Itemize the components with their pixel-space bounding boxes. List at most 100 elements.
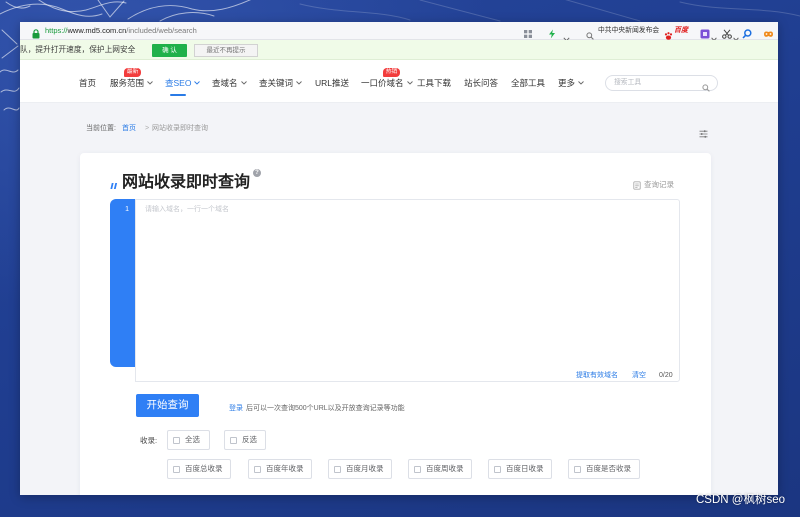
- checkbox-square: [173, 436, 180, 444]
- security-notice-bar: 队，提升打开速度，保护上网安全 确 认 最近不再提示: [20, 40, 778, 60]
- line-number: 1: [125, 206, 129, 213]
- checkbox-square: [230, 436, 237, 444]
- chevron-down-icon: [240, 81, 247, 85]
- checkbox-baidu-week[interactable]: 百度周收录: [408, 459, 472, 479]
- lightning-icon[interactable]: [547, 26, 557, 39]
- help-icon[interactable]: ?: [253, 169, 261, 177]
- scissors-icon[interactable]: [722, 26, 732, 39]
- checkbox-baidu-indexed[interactable]: 百度是否收录: [568, 459, 640, 479]
- index-query-card: 网站收录即时查询 ? 查询记录 1 请输入域名，一行一个域名 提取有效域名 清空…: [80, 153, 711, 495]
- checkbox-invert[interactable]: 反选: [224, 430, 266, 450]
- game-icon[interactable]: [763, 26, 773, 37]
- nav-item-qa[interactable]: 站长问答: [464, 77, 498, 89]
- nav-item-label: 服务范围: [110, 78, 145, 88]
- address-bar: https://www.md5.com.cn/included/web/sear…: [20, 22, 778, 42]
- settings-sliders-icon[interactable]: [699, 125, 708, 143]
- browser-search-box[interactable]: 中共中央新闻发布会 百度: [582, 24, 694, 40]
- history-label: 查询记录: [644, 180, 674, 189]
- checkbox-label: 百度周收录: [426, 464, 464, 473]
- checkbox-square: [574, 465, 581, 473]
- start-query-button[interactable]: 开始查询: [136, 394, 199, 417]
- query-history-link[interactable]: 查询记录: [633, 180, 674, 190]
- site-navigation: 首页 服务范围 最新 查SEO 查域名 查关键词 URL推送 一口价域名 热销: [20, 60, 778, 103]
- chevron-down-icon: [406, 81, 413, 85]
- chevron-down-icon: [147, 81, 153, 85]
- search-placeholder: 搜索工具: [614, 79, 642, 86]
- checkbox-label: 百度是否收录: [586, 464, 631, 473]
- login-link[interactable]: 登录: [229, 404, 243, 414]
- url-field[interactable]: https://www.md5.com.cn/included/web/sear…: [45, 25, 197, 37]
- checkbox-label: 反选: [242, 435, 257, 444]
- checkbox-label: 全选: [185, 435, 200, 444]
- browser-window: https://www.md5.com.cn/included/web/sear…: [20, 22, 778, 495]
- url-scheme: https://: [45, 26, 68, 35]
- login-hint: 登录 后可以一次查询500个URL以及开放查询记录等功能: [229, 404, 405, 414]
- checkbox-baidu-year[interactable]: 百度年收录: [248, 459, 312, 479]
- nav-item-label: 站长问答: [464, 78, 499, 88]
- nav-item-label: URL推送: [315, 78, 350, 88]
- url-domain: www.md5.com.cn: [67, 26, 127, 35]
- chevron-down-icon: [194, 81, 201, 85]
- nav-item-url-push[interactable]: URL推送: [315, 77, 349, 89]
- nav-item-all-tools[interactable]: 全部工具: [511, 77, 545, 89]
- nav-item-domain[interactable]: 查域名: [212, 77, 247, 89]
- checkbox-label: 百度总收录: [185, 464, 223, 473]
- browser-search-query: 中共中央新闻发布会: [598, 27, 660, 34]
- badge-new: 最新: [124, 68, 141, 77]
- active-tab-indicator: [170, 94, 186, 96]
- checkbox-label: 百度月收录: [346, 464, 384, 473]
- checkbox-label: 百度年收录: [266, 464, 304, 473]
- nav-item-label: 首页: [79, 78, 97, 88]
- breadcrumb-prefix: 当前位置:: [86, 125, 116, 132]
- history-icon: [633, 180, 641, 190]
- login-hint-text: 后可以一次查询500个URL以及开放查询记录等功能: [246, 405, 405, 412]
- checkbox-square: [414, 465, 421, 473]
- nav-item-label: 全部工具: [511, 78, 546, 88]
- checkbox-label: 百度日收录: [506, 464, 544, 473]
- nav-item-fixed-price-domains[interactable]: 一口价域名: [361, 77, 413, 89]
- nav-item-seo[interactable]: 查SEO: [165, 77, 201, 89]
- breadcrumb-current: 网站收录即时查询: [152, 125, 208, 132]
- checkbox-baidu-day[interactable]: 百度日收录: [488, 459, 552, 479]
- checkbox-square: [334, 465, 341, 473]
- textarea-placeholder: 请输入域名，一行一个域名: [145, 206, 229, 213]
- nav-item-services[interactable]: 服务范围: [110, 77, 153, 89]
- breadcrumb-home-link[interactable]: 首页: [122, 124, 136, 134]
- nav-item-label: 工具下载: [417, 78, 452, 88]
- csdn-watermark: CSDN @枫树seo: [696, 494, 785, 506]
- page-title: 网站收录即时查询: [122, 174, 251, 191]
- nav-item-more[interactable]: 更多: [558, 77, 584, 89]
- apps-icon[interactable]: [523, 26, 533, 38]
- search-icon[interactable]: [702, 79, 710, 97]
- nav-item-downloads[interactable]: 工具下载: [417, 77, 451, 89]
- nav-item-label: 查关键词: [259, 78, 294, 88]
- badge-hot: 热销: [383, 68, 400, 77]
- checkbox-square: [254, 465, 261, 473]
- line-number-gutter: 1: [110, 199, 135, 367]
- nav-item-label: 一口价域名: [361, 78, 404, 88]
- confirm-button[interactable]: 确 认: [152, 44, 187, 57]
- checkbox-select-all[interactable]: 全选: [167, 430, 210, 450]
- chevron-down-icon: [296, 81, 302, 85]
- line-counter: 0/20: [659, 372, 673, 379]
- checkbox-baidu-total[interactable]: 百度总收录: [167, 459, 231, 479]
- checkbox-baidu-month[interactable]: 百度月收录: [328, 459, 392, 479]
- tool-search-input[interactable]: 搜索工具: [605, 75, 718, 92]
- breadcrumb-separator: >: [145, 125, 150, 132]
- chevron-down-icon: [578, 81, 584, 85]
- nav-item-keywords[interactable]: 查关键词: [259, 77, 302, 89]
- main-content: 当前位置: 首页 > 网站收录即时查询 网站收录即时查询 ? 查询记录 1 请输…: [20, 103, 778, 495]
- magnifier-icon[interactable]: [742, 26, 752, 39]
- domain-textarea[interactable]: 请输入域名，一行一个域名 提取有效域名 清空 0/20: [135, 199, 680, 382]
- checkbox-square: [173, 465, 180, 473]
- checkbox-square: [494, 465, 501, 473]
- index-filter-label: 收录:: [140, 436, 158, 445]
- extract-valid-domains-link[interactable]: 提取有效域名: [576, 371, 618, 381]
- dismiss-notice-button[interactable]: 最近不再提示: [194, 44, 258, 57]
- notice-message: 队，提升打开速度，保护上网安全: [20, 45, 136, 54]
- clear-link[interactable]: 清空: [632, 371, 646, 381]
- extension-icon[interactable]: [700, 26, 710, 39]
- nav-item-label: 查SEO: [165, 78, 192, 88]
- nav-item-home[interactable]: 首页: [79, 77, 96, 89]
- quote-mark-icon: [110, 178, 118, 196]
